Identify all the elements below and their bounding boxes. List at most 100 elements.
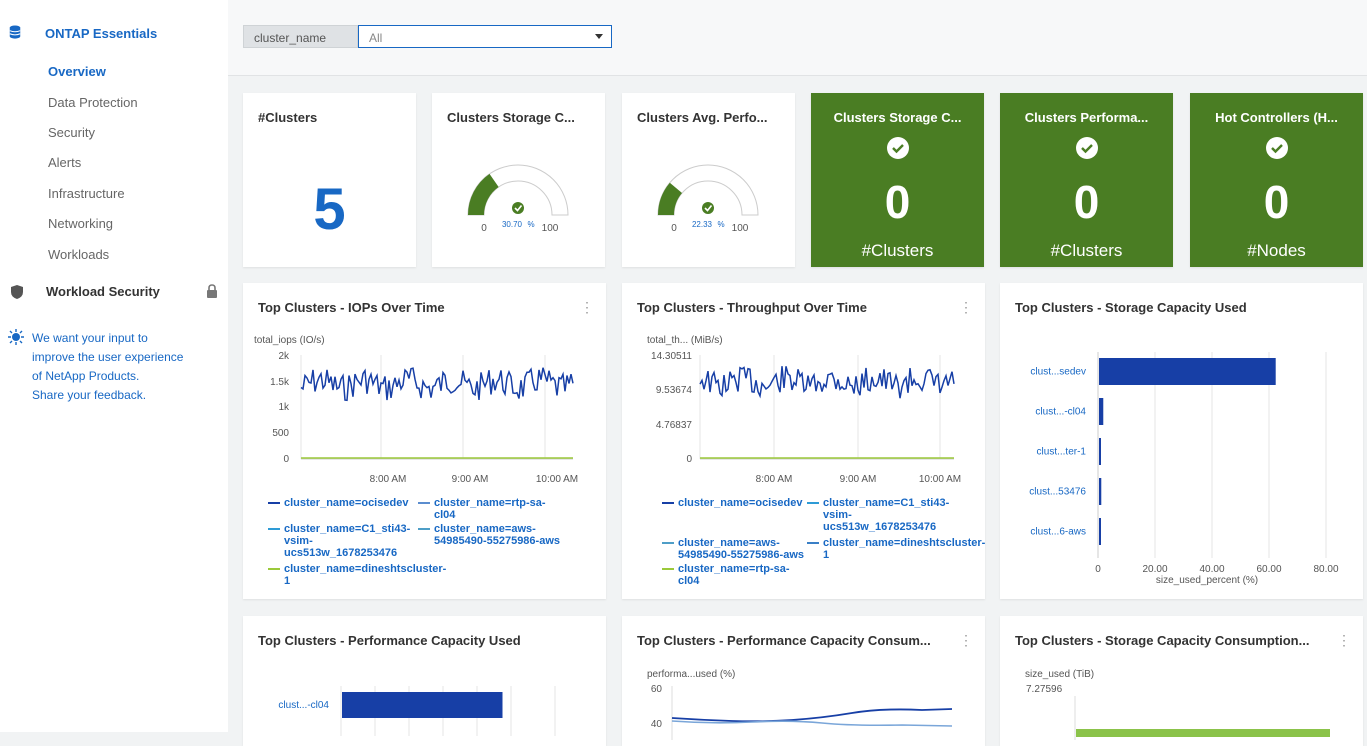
panel-title: Top Clusters - Performance Capacity Cons… bbox=[637, 633, 931, 648]
card-value: 0 bbox=[1073, 176, 1100, 228]
check-circle-icon bbox=[1265, 137, 1288, 159]
card-title: Clusters Avg. Perfo... bbox=[637, 110, 768, 125]
card-title: Clusters Performa... bbox=[1024, 110, 1149, 125]
check-circle-icon bbox=[1075, 137, 1098, 159]
gauge-max: 100 bbox=[732, 223, 749, 234]
x-tick: 10:00 AM bbox=[919, 474, 961, 482]
y-tick: 0 bbox=[686, 454, 692, 465]
bar bbox=[1099, 398, 1104, 425]
sidebar-item-security[interactable]: Security bbox=[48, 125, 95, 140]
x-tick: 20.00 bbox=[1142, 564, 1167, 575]
panel-title: Top Clusters - Storage Capacity Consumpt… bbox=[1015, 633, 1310, 648]
filter-label: cluster_name bbox=[243, 25, 358, 48]
y-tick: 2k bbox=[278, 351, 290, 362]
y-tick: 0 bbox=[283, 454, 289, 465]
main-content: cluster_name All #Clusters 5 Clusters St… bbox=[228, 0, 1367, 746]
y-axis-label: performa...used (%) bbox=[647, 669, 736, 680]
y-axis-label: size_used (TiB) bbox=[1025, 669, 1095, 680]
throughput-chart: 14.30511 9.53674 4.76837 0 8:00 AM 9:00 … bbox=[651, 351, 961, 482]
performance-alert-card[interactable]: Clusters Performa... 0 #Clusters bbox=[1000, 93, 1173, 267]
sidebar-item-data-protection[interactable]: Data Protection bbox=[48, 95, 138, 110]
series-line bbox=[671, 720, 953, 727]
series-line-ocisedev bbox=[300, 367, 574, 402]
performance-capacity-used-panel[interactable]: Top Clusters - Performance Capacity Used… bbox=[243, 616, 606, 746]
series-line bbox=[671, 708, 953, 723]
panel-title: Top Clusters - Storage Capacity Used bbox=[1015, 300, 1247, 315]
category-label: clust...6-aws bbox=[1030, 527, 1086, 538]
avg-performance-gauge-card[interactable]: Clusters Avg. Perfo... 0 22.33 % 100 bbox=[622, 93, 795, 267]
bar bbox=[1099, 438, 1101, 465]
check-icon bbox=[512, 202, 524, 214]
throughput-legend: cluster_name=ocisedev cluster_name=C1_st… bbox=[662, 497, 985, 597]
sidebar: ONTAP Essentials Overview Data Protectio… bbox=[0, 0, 228, 732]
chevron-down-icon bbox=[595, 34, 603, 39]
feedback-link[interactable]: Share your feedback. bbox=[32, 388, 146, 402]
x-tick: 8:00 AM bbox=[756, 474, 793, 482]
gauge-value: 30.70 bbox=[502, 220, 523, 229]
gauge-max: 100 bbox=[542, 223, 559, 234]
sidebar-section-title: ONTAP Essentials bbox=[45, 26, 158, 41]
storage-capacity-gauge-card[interactable]: Clusters Storage C... 0 30.70 % 100 bbox=[432, 93, 605, 267]
throughput-over-time-panel[interactable]: Top Clusters - Throughput Over Time ⋮ to… bbox=[622, 283, 985, 599]
y-axis-label: total_iops (IO/s) bbox=[254, 335, 325, 346]
gauge-min: 0 bbox=[671, 223, 677, 234]
bar bbox=[1099, 478, 1102, 505]
y-tick: 1k bbox=[278, 402, 290, 413]
sidebar-item-workload-security[interactable]: Workload Security bbox=[8, 284, 218, 302]
category-label: clust...ter-1 bbox=[1037, 447, 1087, 458]
filter-select-value: All bbox=[369, 31, 383, 45]
category-label: clust...-cl04 bbox=[1035, 407, 1086, 418]
y-tick: 14.30511 bbox=[651, 351, 692, 362]
x-tick: 10:00 AM bbox=[536, 474, 578, 482]
category-label: clust...-cl04 bbox=[278, 700, 329, 711]
card-title: Hot Controllers (H... bbox=[1215, 110, 1338, 125]
y-tick: 4.76837 bbox=[656, 420, 693, 431]
y-tick: 40 bbox=[651, 719, 663, 730]
y-tick: 60 bbox=[651, 684, 663, 695]
gauge-min: 0 bbox=[481, 223, 487, 234]
gauge-value: 22.33 bbox=[692, 220, 713, 229]
x-tick: 0 bbox=[1095, 564, 1101, 575]
y-tick: 500 bbox=[272, 428, 289, 439]
card-title: #Clusters bbox=[258, 110, 318, 125]
more-options-icon[interactable]: ⋮ bbox=[959, 299, 973, 316]
storage-consumption-panel[interactable]: Top Clusters - Storage Capacity Consumpt… bbox=[1000, 616, 1363, 746]
bar bbox=[1099, 358, 1276, 385]
category-label: clust...53476 bbox=[1029, 487, 1086, 498]
iops-chart: 2k 1.5k 1k 500 0 8:00 AM 9:00 AM 10:00 A… bbox=[270, 351, 578, 482]
more-options-icon[interactable]: ⋮ bbox=[1337, 632, 1351, 649]
filter-bar: cluster_name All bbox=[228, 0, 1367, 76]
performance-consumption-panel[interactable]: Top Clusters - Performance Capacity Cons… bbox=[622, 616, 985, 746]
more-options-icon[interactable]: ⋮ bbox=[580, 299, 594, 316]
storage-capacity-used-panel[interactable]: Top Clusters - Storage Capacity Used 0 20… bbox=[1000, 283, 1363, 599]
iops-over-time-panel[interactable]: Top Clusters - IOPs Over Time ⋮ total_io… bbox=[243, 283, 606, 599]
sidebar-section-ontap[interactable]: ONTAP Essentials bbox=[8, 25, 157, 41]
hot-controllers-card[interactable]: Hot Controllers (H... 0 #Nodes bbox=[1190, 93, 1363, 267]
sidebar-item-infrastructure[interactable]: Infrastructure bbox=[48, 186, 125, 201]
lightbulb-icon bbox=[8, 329, 24, 345]
x-axis-label: size_used_percent (%) bbox=[1156, 575, 1258, 586]
performance-used-bar-chart: clust...-cl04 bbox=[278, 686, 556, 736]
x-tick: 8:00 AM bbox=[370, 474, 407, 482]
bar bbox=[342, 692, 503, 718]
gauge-unit: % bbox=[527, 220, 534, 229]
sidebar-item-alerts[interactable]: Alerts bbox=[48, 155, 81, 170]
card-subtitle: #Clusters bbox=[1050, 241, 1123, 260]
more-options-icon[interactable]: ⋮ bbox=[959, 632, 973, 649]
panel-title: Top Clusters - IOPs Over Time bbox=[258, 300, 445, 315]
check-icon bbox=[702, 202, 714, 214]
sidebar-item-workloads[interactable]: Workloads bbox=[48, 247, 109, 262]
series-area bbox=[1076, 729, 1330, 737]
card-value: 0 bbox=[884, 176, 911, 228]
workload-security-label: Workload Security bbox=[46, 284, 160, 299]
avg-performance-gauge: 0 22.33 % 100 bbox=[657, 164, 759, 234]
storage-capacity-gauge: 0 30.70 % 100 bbox=[467, 164, 569, 234]
clusters-count-card[interactable]: #Clusters 5 bbox=[243, 93, 416, 267]
storage-capacity-alert-card[interactable]: Clusters Storage C... 0 #Clusters bbox=[811, 93, 984, 267]
y-tick: 9.53674 bbox=[656, 385, 693, 396]
sidebar-item-overview[interactable]: Overview bbox=[48, 64, 106, 79]
card-value: 0 bbox=[1263, 176, 1290, 228]
clusters-count-value: 5 bbox=[313, 177, 346, 242]
cluster-name-select[interactable]: All bbox=[358, 25, 612, 48]
sidebar-item-networking[interactable]: Networking bbox=[48, 216, 113, 231]
